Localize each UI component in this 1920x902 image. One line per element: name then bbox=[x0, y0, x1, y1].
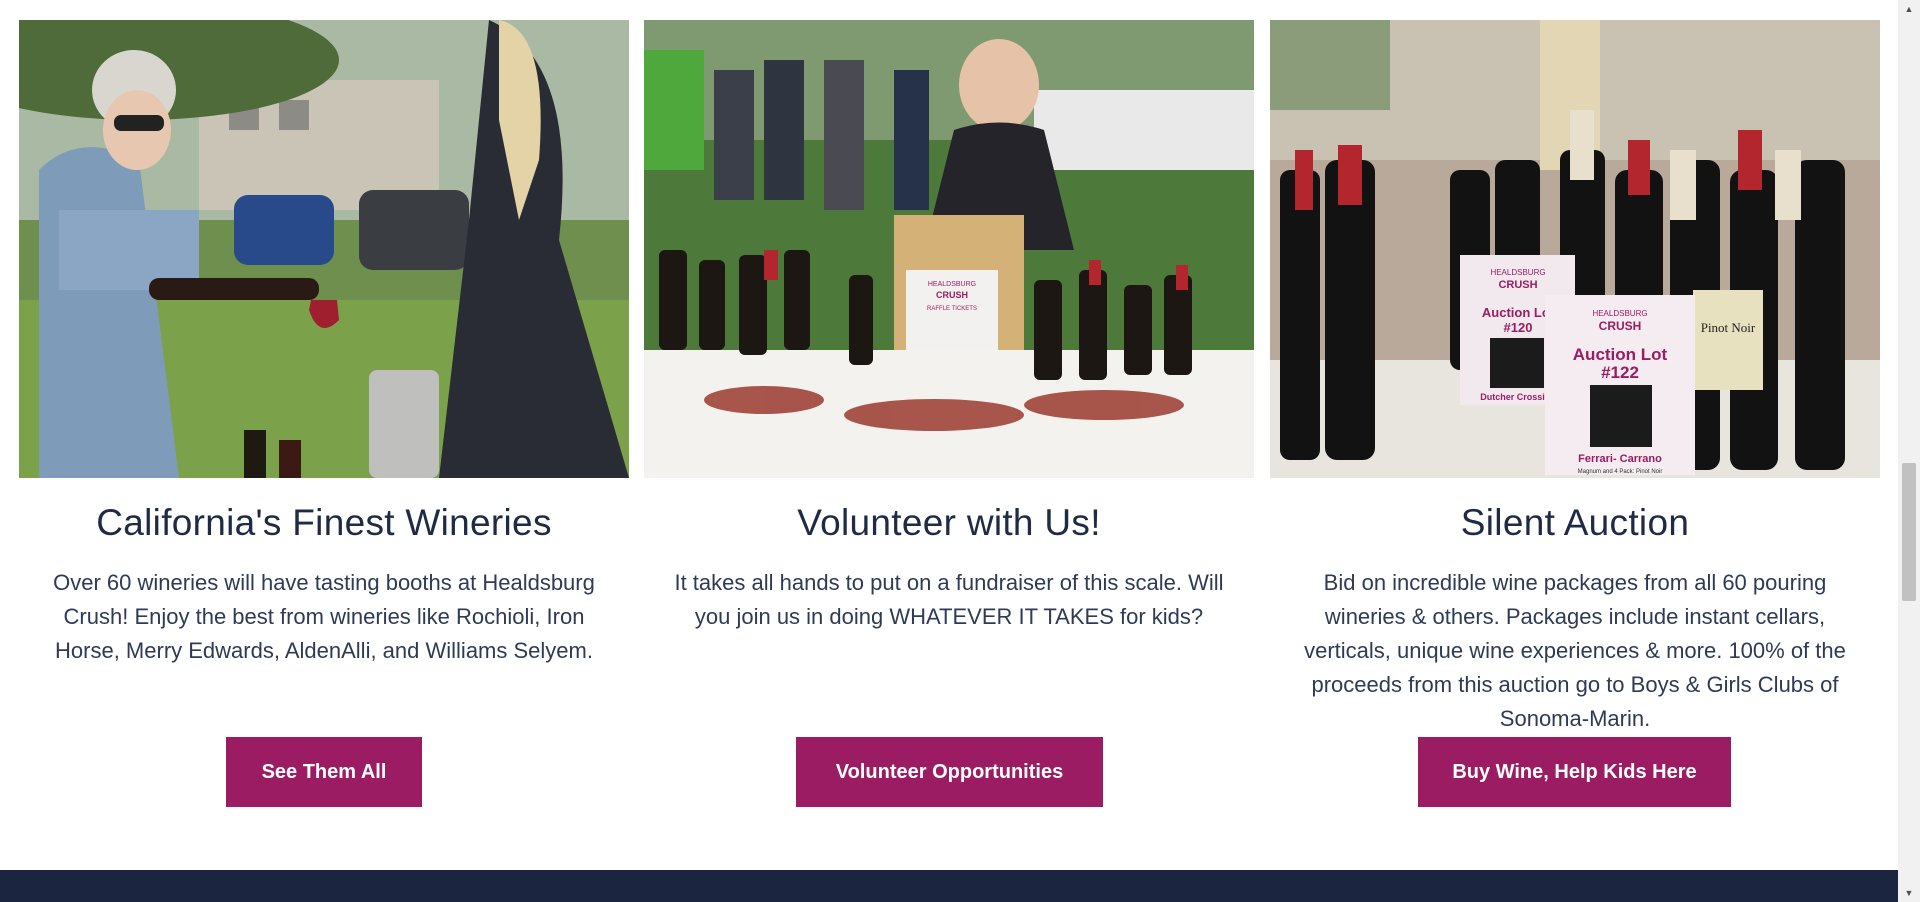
raffle-sign-brand: HEALDSBURG bbox=[928, 281, 976, 288]
volunteer-photo-image: HEALDSBURG CRUSH RAFFLE TICKETS bbox=[644, 20, 1254, 478]
card-description: Over 60 wineries will have tasting booth… bbox=[53, 570, 595, 663]
buy-wine-help-kids-button[interactable]: Buy Wine, Help Kids Here bbox=[1418, 737, 1731, 807]
raffle-sign-name: CRUSH bbox=[936, 290, 968, 300]
lot-120-number: #120 bbox=[1504, 320, 1533, 335]
lot-120-winery: Dutcher Crossing bbox=[1480, 392, 1556, 402]
card-description: Bid on incredible wine packages from all… bbox=[1304, 570, 1846, 731]
card-description: It takes all hands to put on a fundraise… bbox=[674, 570, 1224, 629]
bottle-label-text: Pinot Noir bbox=[1701, 320, 1756, 335]
wineries-photo bbox=[19, 20, 629, 478]
lot-122-crush: CRUSH bbox=[1599, 319, 1642, 333]
card-title: Silent Auction bbox=[1460, 502, 1690, 543]
lot-120-crush: CRUSH bbox=[1498, 279, 1537, 291]
scrollbar-thumb[interactable] bbox=[1902, 463, 1916, 601]
wineries-photo-image bbox=[19, 20, 629, 478]
lot-122-brand: HEALDSBURG bbox=[1592, 309, 1647, 318]
auction-photo-image: Pinot Noir HEALDSBURG CRUSH Auction Lot … bbox=[1270, 20, 1880, 478]
lot-122-winery: Ferrari- Carrano bbox=[1578, 453, 1662, 465]
vertical-scrollbar[interactable]: ▲ ▼ bbox=[1898, 0, 1920, 902]
lot-122-number: #122 bbox=[1601, 363, 1639, 382]
scroll-up-icon[interactable]: ▲ bbox=[1898, 0, 1920, 18]
raffle-sign-text: RAFFLE TICKETS bbox=[927, 306, 977, 312]
lot-122-title: Auction Lot bbox=[1573, 345, 1668, 364]
card-title: Volunteer with Us! bbox=[797, 502, 1101, 543]
scroll-down-icon[interactable]: ▼ bbox=[1898, 884, 1920, 902]
auction-photo: Pinot Noir HEALDSBURG CRUSH Auction Lot … bbox=[1270, 20, 1880, 478]
footer-band bbox=[0, 870, 1898, 902]
volunteer-opportunities-button[interactable]: Volunteer Opportunities bbox=[796, 737, 1103, 807]
lot-122-note: Magnum and 4 Pack: Pinot Noir bbox=[1578, 469, 1663, 475]
lot-120-brand: HEALDSBURG bbox=[1490, 268, 1545, 277]
volunteer-photo: HEALDSBURG CRUSH RAFFLE TICKETS bbox=[644, 20, 1254, 478]
see-them-all-button[interactable]: See Them All bbox=[226, 737, 422, 807]
card-title: California's Finest Wineries bbox=[96, 502, 552, 543]
lot-120-title: Auction Lot bbox=[1482, 305, 1555, 320]
